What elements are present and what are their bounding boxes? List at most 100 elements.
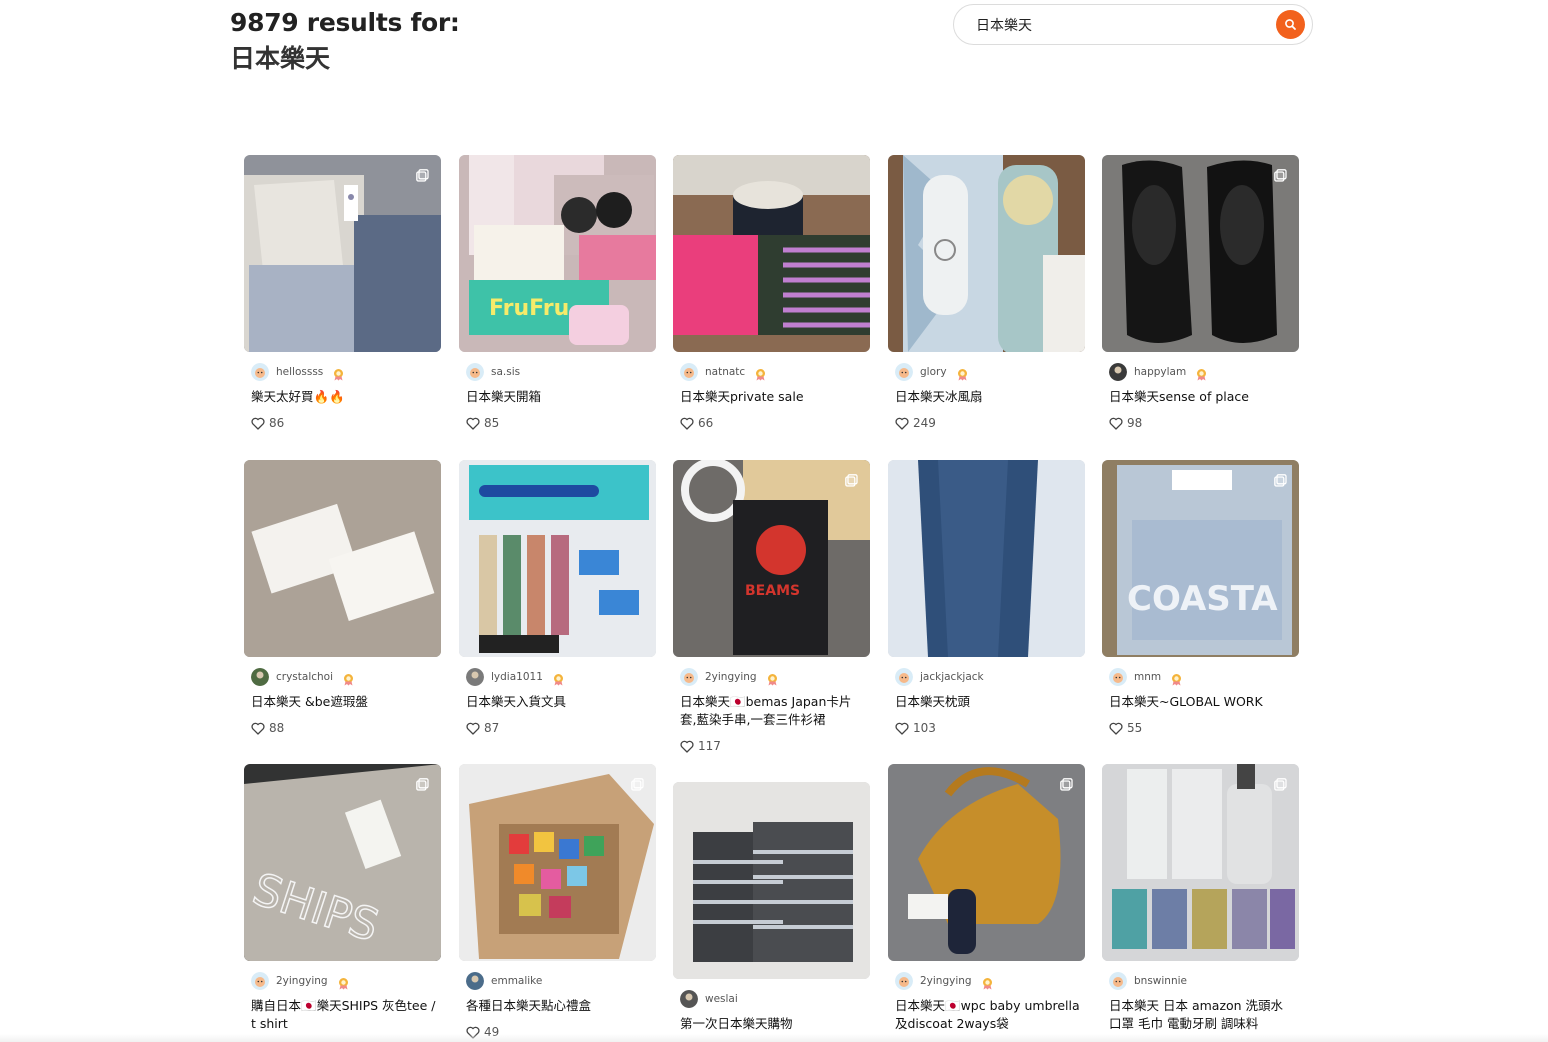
post-thumbnail[interactable] <box>459 460 656 657</box>
post-thumbnail[interactable] <box>1102 155 1299 352</box>
post-thumbnail[interactable] <box>888 460 1085 657</box>
like-count[interactable]: 86 <box>251 416 284 430</box>
post-thumbnail[interactable] <box>888 764 1085 961</box>
post-author[interactable]: 2yingying <box>895 972 994 990</box>
post-title[interactable]: 日本樂天冰風扇 <box>895 388 1081 406</box>
author-name[interactable]: happylam <box>1134 366 1186 378</box>
post-thumbnail[interactable] <box>888 155 1085 352</box>
avatar[interactable] <box>466 668 484 686</box>
heart-icon[interactable] <box>680 740 698 753</box>
post-thumbnail[interactable] <box>244 155 441 352</box>
like-count[interactable]: 117 <box>680 739 721 753</box>
post-thumbnail[interactable]: BEAMS <box>673 460 870 657</box>
post-thumbnail[interactable]: COASTA <box>1102 460 1299 657</box>
post-title[interactable]: 日本樂天 &be遮瑕盤 <box>251 693 437 711</box>
post-title[interactable]: 日本樂天sense of place <box>1109 388 1295 406</box>
post-card[interactable]: FruFru sa.sis 日本樂天開箱 85 <box>459 155 656 430</box>
avatar[interactable] <box>895 972 913 990</box>
post-thumbnail[interactable] <box>1102 764 1299 961</box>
post-card[interactable]: hellossss 樂天太好買🔥🔥 86 <box>244 155 441 430</box>
post-author[interactable]: lydia1011 <box>466 668 565 686</box>
post-card[interactable]: happylam 日本樂天sense of place 98 <box>1102 155 1299 430</box>
author-name[interactable]: 2yingying <box>705 671 757 683</box>
author-name[interactable]: crystalchoi <box>276 671 333 683</box>
post-thumbnail[interactable] <box>673 155 870 352</box>
like-count[interactable]: 87 <box>466 721 499 735</box>
post-card[interactable]: emmalike 各種日本樂天點心禮盒 49 <box>459 764 656 1039</box>
post-author[interactable]: happylam <box>1109 363 1208 381</box>
heart-icon[interactable] <box>1109 417 1127 430</box>
post-title[interactable]: 第一次日本樂天購物 <box>680 1015 866 1033</box>
like-count[interactable]: 85 <box>466 416 499 430</box>
avatar[interactable] <box>466 972 484 990</box>
post-card[interactable]: weslai 第一次日本樂天購物 <box>673 782 870 1042</box>
avatar[interactable] <box>251 972 269 990</box>
like-count[interactable]: 103 <box>895 721 936 735</box>
post-title[interactable]: 各種日本樂天點心禮盒 <box>466 997 652 1015</box>
author-name[interactable]: 2yingying <box>276 975 328 987</box>
author-name[interactable]: jackjackjack <box>920 671 984 683</box>
heart-icon[interactable] <box>251 417 269 430</box>
avatar[interactable] <box>251 668 269 686</box>
like-count[interactable]: 98 <box>1109 416 1142 430</box>
like-count[interactable]: 249 <box>895 416 936 430</box>
post-thumbnail[interactable]: FruFru <box>459 155 656 352</box>
post-author[interactable]: natnatc <box>680 363 767 381</box>
post-author[interactable]: emmalike <box>466 972 542 990</box>
post-author[interactable]: glory <box>895 363 969 381</box>
post-author[interactable]: hellossss <box>251 363 345 381</box>
post-author[interactable]: 2yingying <box>680 668 779 686</box>
post-card[interactable]: 2yingying 日本樂天🇯🇵wpc baby umbrella 及disco… <box>888 764 1085 1031</box>
post-card[interactable]: lydia1011 日本樂天入貨文具 87 <box>459 460 656 735</box>
avatar[interactable] <box>466 363 484 381</box>
heart-icon[interactable] <box>251 722 269 735</box>
post-author[interactable]: bnswinnie <box>1109 972 1187 990</box>
post-card[interactable]: SHIPS 2yingying 購自日本🇯🇵樂天SHIPS 灰色tee / t … <box>244 764 441 1031</box>
post-card[interactable]: bnswinnie 日本樂天 日本 amazon 洗頭水 口罩 毛巾 電動牙刷 … <box>1102 764 1299 1031</box>
post-title[interactable]: 日本樂天枕頭 <box>895 693 1081 711</box>
post-title[interactable]: 購自日本🇯🇵樂天SHIPS 灰色tee / t shirt <box>251 997 437 1033</box>
post-title[interactable]: 樂天太好買🔥🔥 <box>251 388 437 406</box>
post-title[interactable]: 日本樂天~GLOBAL WORK <box>1109 693 1295 711</box>
avatar[interactable] <box>680 668 698 686</box>
post-card[interactable]: glory 日本樂天冰風扇 249 <box>888 155 1085 430</box>
author-name[interactable]: mnm <box>1134 671 1161 683</box>
post-author[interactable]: mnm <box>1109 668 1183 686</box>
avatar[interactable] <box>680 990 698 1008</box>
heart-icon[interactable] <box>466 722 484 735</box>
post-title[interactable]: 日本樂天🇯🇵wpc baby umbrella 及discoat 2ways袋 <box>895 997 1081 1033</box>
author-name[interactable]: hellossss <box>276 366 323 378</box>
post-thumbnail[interactable] <box>673 782 870 979</box>
author-name[interactable]: bnswinnie <box>1134 975 1187 987</box>
post-title[interactable]: 日本樂天開箱 <box>466 388 652 406</box>
post-author[interactable]: sa.sis <box>466 363 520 381</box>
like-count[interactable]: 55 <box>1109 721 1142 735</box>
search-input[interactable] <box>976 5 1266 44</box>
post-author[interactable]: crystalchoi <box>251 668 355 686</box>
avatar[interactable] <box>895 668 913 686</box>
post-thumbnail[interactable]: SHIPS <box>244 764 441 961</box>
post-card[interactable]: crystalchoi 日本樂天 &be遮瑕盤 88 <box>244 460 441 735</box>
post-author[interactable]: 2yingying <box>251 972 350 990</box>
heart-icon[interactable] <box>895 417 913 430</box>
author-name[interactable]: lydia1011 <box>491 671 543 683</box>
post-title[interactable]: 日本樂天private sale <box>680 388 866 406</box>
author-name[interactable]: natnatc <box>705 366 745 378</box>
post-thumbnail[interactable] <box>459 764 656 961</box>
avatar[interactable] <box>1109 363 1127 381</box>
post-card[interactable]: jackjackjack 日本樂天枕頭 103 <box>888 460 1085 735</box>
search-button[interactable] <box>1276 10 1305 39</box>
like-count[interactable]: 66 <box>680 416 713 430</box>
post-title[interactable]: 日本樂天🇯🇵bemas Japan卡片套,藍染手串,一套三件衫裙 <box>680 693 866 729</box>
post-author[interactable]: jackjackjack <box>895 668 984 686</box>
author-name[interactable]: 2yingying <box>920 975 972 987</box>
heart-icon[interactable] <box>466 417 484 430</box>
author-name[interactable]: sa.sis <box>491 366 520 378</box>
author-name[interactable]: emmalike <box>491 975 542 987</box>
avatar[interactable] <box>680 363 698 381</box>
post-card[interactable]: natnatc 日本樂天private sale 66 <box>673 155 870 430</box>
post-title[interactable]: 日本樂天入貨文具 <box>466 693 652 711</box>
author-name[interactable]: glory <box>920 366 947 378</box>
post-card[interactable]: BEAMS 2yingying 日本樂天🇯🇵bemas Japan卡片套,藍染手… <box>673 460 870 753</box>
heart-icon[interactable] <box>895 722 913 735</box>
